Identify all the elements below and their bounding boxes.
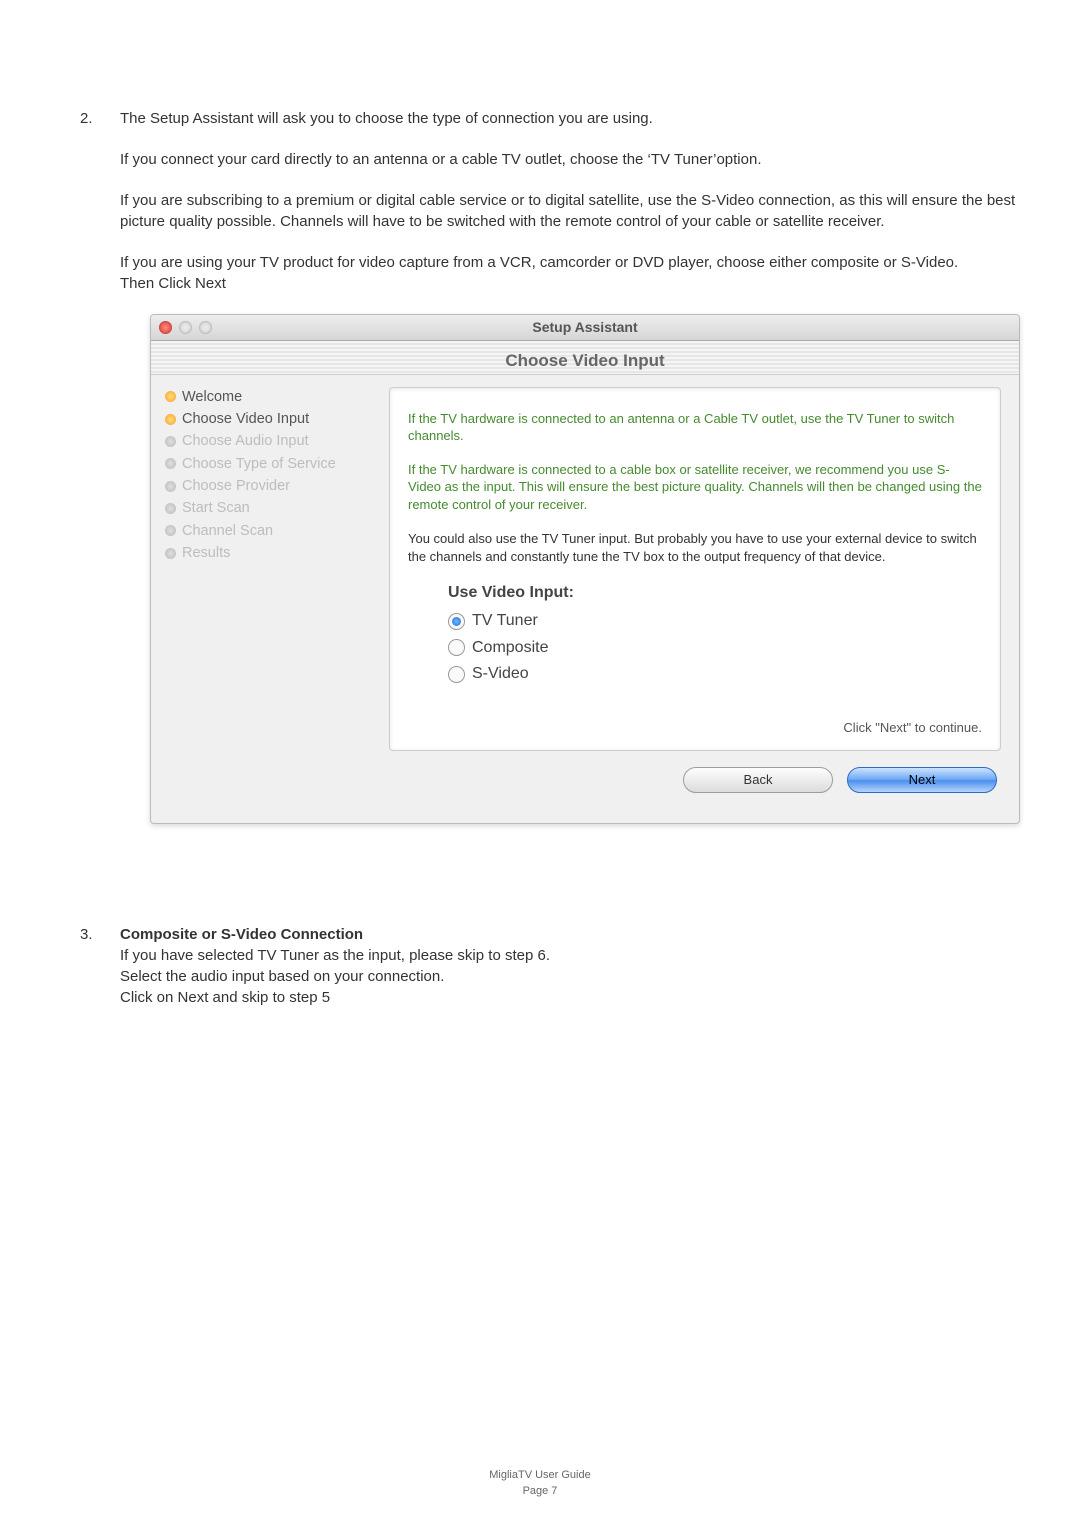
click-next-text: Then Click Next xyxy=(120,273,1020,294)
content-well: If the TV hardware is connected to an an… xyxy=(389,387,1001,751)
sidebar-item-provider: Choose Provider xyxy=(182,476,290,496)
footer-title: MigliaTV User Guide xyxy=(0,1468,1080,1483)
step-3-p3: Click on Next and skip to step 5 xyxy=(120,987,1000,1008)
page-footer: MigliaTV User Guide Page 7 xyxy=(0,1468,1080,1499)
step-bullet-icon xyxy=(165,436,176,447)
radio-icon xyxy=(448,666,465,683)
close-icon[interactable] xyxy=(159,321,172,334)
sidebar-item-startscan: Start Scan xyxy=(182,498,250,518)
sidebar-item-video: Choose Video Input xyxy=(182,409,309,429)
well-green-2: If the TV hardware is connected to a cab… xyxy=(408,461,982,514)
step-3-p2: Select the audio input based on your con… xyxy=(120,966,1000,987)
step-bullet-icon xyxy=(165,458,176,469)
footer-page: Page 7 xyxy=(0,1484,1080,1499)
sidebar-item-audio: Choose Audio Input xyxy=(182,431,309,451)
panel-heading: Choose Video Input xyxy=(151,349,1019,373)
step-bullet-icon xyxy=(165,391,176,402)
step-3-number: 3. xyxy=(80,924,102,1008)
step-bullet-icon xyxy=(165,503,176,514)
radio-label: S-Video xyxy=(472,663,529,685)
inputs-header: Use Video Input: xyxy=(448,582,982,604)
sidebar-item-results: Results xyxy=(182,543,230,563)
titlebar: Setup Assistant xyxy=(151,315,1019,341)
radio-icon xyxy=(448,613,465,630)
radio-label: Composite xyxy=(472,637,548,659)
step-bullet-icon xyxy=(165,525,176,536)
continue-hint: Click "Next" to continue. xyxy=(408,719,982,737)
intro-text: The Setup Assistant will ask you to choo… xyxy=(120,108,1020,129)
zoom-icon[interactable] xyxy=(199,321,212,334)
step-3-title: Composite or S-Video Connection xyxy=(120,924,1000,945)
step-sidebar: Welcome Choose Video Input Choose Audio … xyxy=(151,385,383,751)
capture-text: If you are using your TV product for vid… xyxy=(120,252,1020,273)
premium-text: If you are subscribing to a premium or d… xyxy=(120,190,1020,232)
sidebar-item-service: Choose Type of Service xyxy=(182,454,336,474)
radio-composite[interactable]: Composite xyxy=(448,637,982,659)
sidebar-item-channelscan: Channel Scan xyxy=(182,521,273,541)
window-title: Setup Assistant xyxy=(151,318,1019,338)
step-3-p1: If you have selected TV Tuner as the inp… xyxy=(120,945,1000,966)
step-2-number: 2. xyxy=(80,108,102,864)
sidebar-item-welcome: Welcome xyxy=(182,387,242,407)
radio-tv-tuner[interactable]: TV Tuner xyxy=(448,610,982,632)
minimize-icon[interactable] xyxy=(179,321,192,334)
antenna-text: If you connect your card directly to an … xyxy=(120,149,1020,170)
back-button[interactable]: Back xyxy=(683,767,833,793)
step-bullet-icon xyxy=(165,481,176,492)
step-bullet-icon xyxy=(165,414,176,425)
radio-label: TV Tuner xyxy=(472,610,538,632)
step-bullet-icon xyxy=(165,548,176,559)
radio-icon xyxy=(448,639,465,656)
well-green-1: If the TV hardware is connected to an an… xyxy=(408,410,982,445)
well-body-1: You could also use the TV Tuner input. B… xyxy=(408,530,982,566)
next-button[interactable]: Next xyxy=(847,767,997,793)
radio-svideo[interactable]: S-Video xyxy=(448,663,982,685)
setup-assistant-window: Setup Assistant Choose Video Input Welco… xyxy=(150,314,1020,824)
